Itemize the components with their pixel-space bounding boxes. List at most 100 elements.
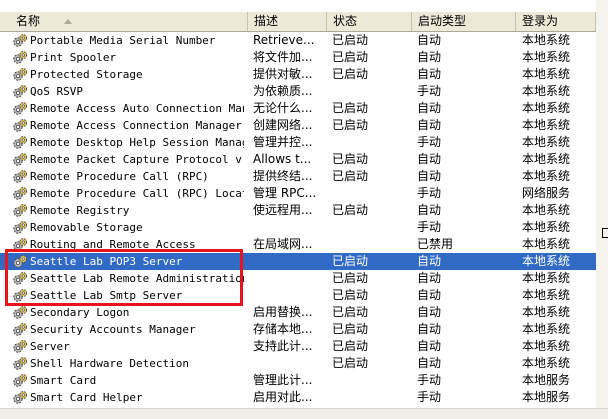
service-row[interactable]: Remote Procedure Call (RPC) 提供终结... 已启动 自动 本…: [0, 168, 596, 185]
service-status: 已启动: [332, 203, 369, 217]
column-header-description[interactable]: 描述: [248, 12, 327, 31]
column-startup-type-label: 启动类型: [418, 14, 467, 28]
scrollbar-edge-mark: [602, 228, 608, 238]
service-startup-type: 自动: [417, 67, 442, 81]
service-name: Smart Card Helper: [30, 391, 143, 404]
vertical-scrollbar[interactable]: [596, 0, 608, 408]
gears-icon: [13, 153, 28, 166]
service-row[interactable]: Remote Packet Capture Protocol v.... Allo…: [0, 151, 596, 168]
gears-icon: [13, 374, 28, 387]
service-logon-as: 本地服务: [522, 373, 571, 387]
column-description-label: 描述: [254, 14, 279, 28]
service-row[interactable]: Remote Procedure Call (RPC) Locator 管理 RP…: [0, 185, 596, 202]
service-description: 管理并控...: [253, 135, 313, 149]
service-startup-type: 自动: [417, 339, 442, 353]
horizontal-scrollbar[interactable]: [0, 408, 608, 419]
service-row[interactable]: Removable Storage 手动 本地系统: [0, 219, 596, 236]
service-startup-type: 自动: [417, 203, 442, 217]
services-list[interactable]: 名称 描述 状态 启动类型 登录为 Portable Media Serial …: [0, 0, 596, 408]
service-logon-as: 本地系统: [522, 356, 571, 370]
service-startup-type: 手动: [417, 135, 442, 149]
service-row[interactable]: Server 支持此计... 已启动 自动 本地系统: [0, 338, 596, 355]
column-header-name[interactable]: 名称: [0, 12, 248, 31]
service-name: Shell Hardware Detection: [30, 357, 189, 370]
gears-icon: [13, 187, 28, 200]
service-row[interactable]: Remote Access Auto Connection Man... 无论什么…: [0, 100, 596, 117]
column-status-label: 状态: [333, 14, 358, 28]
column-header-startup-type[interactable]: 启动类型: [412, 12, 516, 31]
gears-icon: [13, 34, 28, 47]
gears-icon: [13, 391, 28, 404]
service-startup-type: 手动: [417, 390, 442, 404]
service-row[interactable]: Shell Hardware Detection 已启动 自动 本地系统: [0, 355, 596, 372]
service-startup-type: 自动: [417, 152, 442, 166]
service-description: 启用替换...: [253, 305, 313, 319]
service-description: 创建网络...: [253, 118, 313, 132]
column-header-status[interactable]: 状态: [327, 12, 412, 31]
service-status: 已启动: [332, 67, 369, 81]
service-description: 管理此计...: [253, 373, 313, 387]
service-status: [332, 372, 412, 389]
service-description: [253, 287, 323, 304]
service-status: 已启动: [332, 101, 369, 115]
column-header: 名称 描述 状态 启动类型 登录为: [0, 12, 596, 32]
service-row[interactable]: Remote Access Connection Manager 创建网络... 已…: [0, 117, 596, 134]
column-name-label: 名称: [16, 14, 41, 28]
column-header-logon-as[interactable]: 登录为: [516, 12, 596, 31]
service-rows: Portable Media Serial Number Retrieve... 已…: [0, 32, 596, 406]
service-startup-type: 手动: [417, 84, 442, 98]
service-name: Protected Storage: [30, 68, 143, 81]
service-logon-as: 本地系统: [522, 84, 571, 98]
service-status: [332, 83, 412, 100]
service-logon-as: 本地系统: [522, 305, 571, 319]
service-startup-type: 已禁用: [417, 237, 454, 251]
service-status: 已启动: [332, 288, 369, 302]
service-row[interactable]: Security Accounts Manager 存储本地... 已启动 自动 本地系…: [0, 321, 596, 338]
service-name: Smart Card: [30, 374, 97, 387]
service-logon-as: 本地系统: [522, 271, 571, 285]
service-startup-type: 自动: [417, 305, 442, 319]
service-logon-as: 本地系统: [522, 237, 571, 251]
service-name: Security Accounts Manager: [30, 323, 196, 336]
service-startup-type: 手动: [417, 186, 442, 200]
service-description: 使远程用...: [253, 203, 313, 217]
gears-icon: [13, 170, 28, 183]
service-row[interactable]: Print Spooler 将文件加... 已启动 自动 本地系统: [0, 49, 596, 66]
service-row[interactable]: Remote Desktop Help Session Manager 管理并控.…: [0, 134, 596, 151]
service-name: Secondary Logon: [30, 306, 130, 319]
service-logon-as: 本地系统: [522, 169, 571, 183]
service-status: 已启动: [332, 322, 369, 336]
service-row[interactable]: Secondary Logon 启用替换... 已启动 自动 本地系统: [0, 304, 596, 321]
service-name: Remote Desktop Help Session Manager: [30, 136, 244, 149]
service-row[interactable]: Smart Card Helper 启用对此... 手动 本地服务: [0, 389, 596, 406]
service-startup-type: 自动: [417, 288, 442, 302]
service-description: 管理 RPC...: [253, 186, 317, 200]
service-logon-as: 本地服务: [522, 390, 571, 404]
service-startup-type: 自动: [417, 33, 442, 47]
service-description: [253, 355, 323, 372]
service-description: [253, 253, 323, 270]
gears-icon: [13, 102, 28, 115]
service-row[interactable]: Smart Card 管理此计... 手动 本地服务: [0, 372, 596, 389]
service-name: Remote Procedure Call (RPC) Locator: [30, 187, 244, 200]
service-description: 在局域网...: [253, 237, 313, 251]
service-description: 存储本地...: [253, 322, 313, 336]
service-name: QoS RSVP: [30, 85, 83, 98]
service-row[interactable]: QoS RSVP 为依赖质... 手动 本地系统: [0, 83, 596, 100]
gears-icon: [13, 204, 28, 217]
service-logon-as: 本地系统: [522, 101, 571, 115]
service-status: 已启动: [332, 254, 369, 268]
service-startup-type: 自动: [417, 101, 442, 115]
service-logon-as: 本地系统: [522, 203, 571, 217]
service-logon-as: 本地系统: [522, 118, 571, 132]
service-description: 将文件加...: [253, 50, 313, 64]
service-name: Remote Access Connection Manager: [30, 119, 242, 132]
service-logon-as: 网络服务: [522, 186, 571, 200]
service-row[interactable]: Remote Registry 使远程用... 已启动 自动 本地系统: [0, 202, 596, 219]
gears-icon: [13, 136, 28, 149]
service-row[interactable]: Protected Storage 提供对敏... 已启动 自动 本地系统: [0, 66, 596, 83]
service-description: Allows t...: [253, 152, 312, 166]
service-status: [332, 219, 412, 236]
service-row[interactable]: Portable Media Serial Number Retrieve... 已…: [0, 32, 596, 49]
service-startup-type: 手动: [417, 220, 442, 234]
